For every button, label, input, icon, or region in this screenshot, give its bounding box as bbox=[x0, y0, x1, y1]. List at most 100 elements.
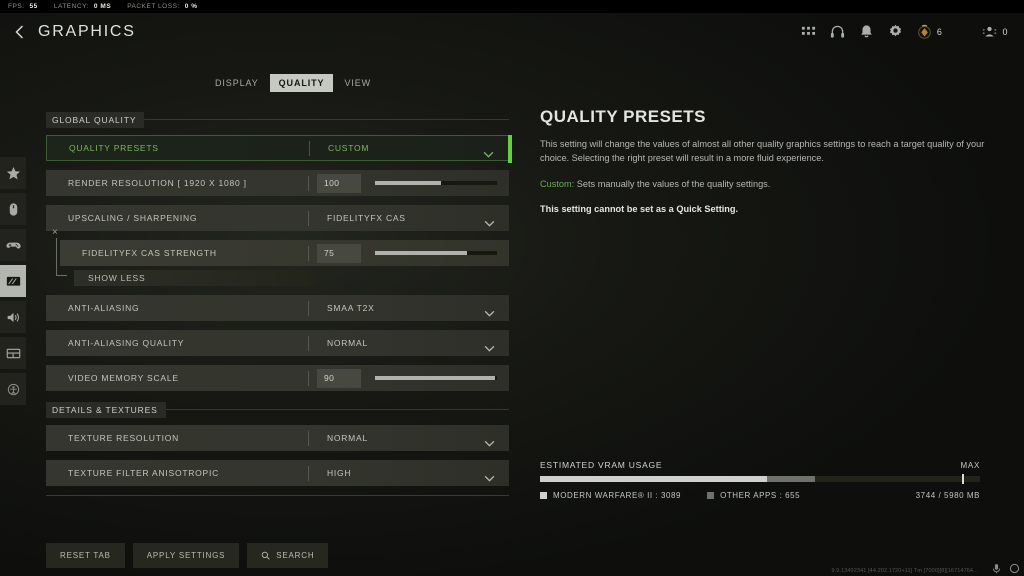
setting-label: QUALITY PRESETS bbox=[69, 143, 159, 153]
fps-value: 55 bbox=[29, 3, 38, 10]
setting-label: TEXTURE FILTER ANISOTROPIC bbox=[68, 468, 220, 478]
setting-value: 90 bbox=[317, 368, 361, 388]
back-button[interactable] bbox=[0, 13, 38, 50]
latency-value: 0 MS bbox=[93, 3, 112, 10]
vram-segment-other bbox=[766, 476, 815, 482]
reset-tab-button[interactable]: RESET TAB bbox=[46, 543, 125, 568]
coin-icon bbox=[918, 24, 931, 39]
detail-title: QUALITY PRESETS bbox=[540, 107, 707, 126]
setting-value: NORMAL bbox=[327, 433, 368, 443]
legend-swatch-other bbox=[707, 492, 715, 499]
headset-icon[interactable] bbox=[830, 24, 845, 39]
setting-value: CUSTOM bbox=[328, 143, 370, 153]
tab-view[interactable]: VIEW bbox=[335, 74, 380, 92]
setting-row-render-resolution[interactable]: RENDER RESOLUTION [ 1920 X 1080 ] 100 bbox=[46, 170, 509, 196]
row-divider bbox=[308, 175, 309, 191]
monitor-icon bbox=[6, 276, 20, 286]
performance-statusbar: FPS: 55 LATENCY: 0 MS PACKET LOSS: 0 % bbox=[0, 0, 1024, 13]
selection-accent-bar bbox=[508, 135, 512, 163]
chevron-down-icon[interactable] bbox=[484, 339, 495, 352]
cas-strength-slider[interactable] bbox=[375, 251, 497, 255]
vram-legend: MODERN WARFARE® II : 3089 OTHER APPS : 6… bbox=[540, 491, 980, 500]
page-title: GRAPHICS bbox=[38, 22, 136, 40]
vram-total: 3744 / 5980 MB bbox=[915, 491, 980, 500]
setting-row-quality-presets[interactable]: QUALITY PRESETS CUSTOM bbox=[46, 135, 512, 163]
vram-max-tick bbox=[962, 474, 965, 484]
sidebar-item-interface[interactable] bbox=[0, 337, 26, 369]
bell-icon[interactable] bbox=[859, 24, 874, 39]
custom-text: Sets manually the values of the quality … bbox=[574, 178, 771, 189]
row-divider bbox=[308, 245, 309, 261]
setting-row-texture-filter-anisotropic[interactable]: TEXTURE FILTER ANISOTROPIC HIGH bbox=[46, 460, 509, 486]
setting-row-anti-aliasing[interactable]: ANTI-ALIASING SMAA T2X bbox=[46, 295, 509, 321]
show-less-button[interactable]: SHOW LESS bbox=[74, 270, 315, 286]
action-button-bar: RESET TAB APPLY SETTINGS SEARCH bbox=[46, 543, 329, 568]
setting-row-video-memory-scale[interactable]: VIDEO MEMORY SCALE 90 bbox=[46, 365, 509, 391]
category-rail bbox=[0, 50, 26, 576]
sidebar-item-favorites[interactable] bbox=[0, 157, 26, 189]
setting-row-cas-strength[interactable]: FIDELITYFX CAS STRENGTH 75 bbox=[60, 240, 509, 266]
apps-grid-icon[interactable] bbox=[801, 24, 816, 39]
sidebar-item-accessibility[interactable] bbox=[0, 373, 26, 405]
system-icon-group bbox=[991, 563, 1020, 574]
currency-count: 6 bbox=[936, 26, 943, 37]
detail-paragraph-custom: Custom: Sets manually the values of the … bbox=[540, 177, 990, 191]
packet-loss-value: 0 % bbox=[184, 3, 198, 10]
detail-panel: QUALITY PRESETS This setting will change… bbox=[540, 107, 990, 227]
setting-label: TEXTURE RESOLUTION bbox=[68, 433, 180, 443]
vram-header: ESTIMATED VRAM USAGE MAX bbox=[540, 460, 980, 470]
setting-row-texture-resolution[interactable]: TEXTURE RESOLUTION NORMAL bbox=[46, 425, 509, 451]
tab-quality[interactable]: QUALITY bbox=[269, 74, 334, 92]
detail-paragraph-1: This setting will change the values of a… bbox=[540, 139, 985, 164]
render-resolution-slider[interactable] bbox=[375, 181, 497, 185]
graphics-settings-screen: FPS: 55 LATENCY: 0 MS PACKET LOSS: 0 % G… bbox=[0, 0, 1024, 576]
close-x-glyph[interactable]: × bbox=[52, 228, 58, 238]
chevron-left-icon bbox=[14, 24, 23, 39]
legend-label-game: MODERN WARFARE® II : 3089 bbox=[553, 491, 682, 500]
setting-value: SMAA T2X bbox=[327, 303, 375, 313]
chevron-down-icon[interactable] bbox=[484, 214, 495, 227]
squad-count: 0 bbox=[1002, 26, 1008, 37]
currency-display[interactable]: 6 bbox=[917, 24, 943, 39]
tab-display[interactable]: DISPLAY bbox=[206, 74, 268, 92]
video-memory-slider[interactable] bbox=[375, 376, 497, 380]
setting-row-aa-quality[interactable]: ANTI-ALIASING QUALITY NORMAL bbox=[46, 330, 509, 356]
gamepad-icon bbox=[5, 242, 21, 248]
speaker-icon bbox=[7, 312, 19, 322]
chevron-down-icon[interactable] bbox=[484, 304, 495, 317]
sidebar-item-controller[interactable] bbox=[0, 229, 26, 261]
squad-display[interactable]: 0 bbox=[982, 24, 1008, 39]
latency-label: LATENCY: bbox=[53, 3, 89, 10]
page-header: GRAPHICS 6 0 bbox=[0, 13, 1024, 50]
star-icon bbox=[6, 166, 20, 179]
build-version-string: 9.9.13492341 [44.202.1720+11] Tm [7000][… bbox=[831, 568, 978, 574]
setting-label: RENDER RESOLUTION [ 1920 X 1080 ] bbox=[68, 178, 247, 188]
sidebar-item-graphics[interactable] bbox=[0, 265, 26, 297]
mouse-icon bbox=[9, 202, 17, 216]
squad-icon bbox=[983, 26, 997, 37]
vram-segment-game bbox=[540, 476, 767, 482]
section-rule bbox=[144, 119, 509, 120]
section-label: GLOBAL QUALITY bbox=[46, 111, 145, 128]
sidebar-item-audio[interactable] bbox=[0, 301, 26, 333]
section-rule bbox=[165, 409, 509, 410]
search-button[interactable]: SEARCH bbox=[247, 543, 329, 568]
chevron-down-icon[interactable] bbox=[484, 434, 495, 447]
custom-label: Custom: bbox=[540, 178, 575, 189]
microphone-icon[interactable] bbox=[991, 563, 1002, 574]
setting-row-upscaling[interactable]: UPSCALING / SHARPENING FIDELITYFX CAS bbox=[46, 205, 509, 231]
slider-fill bbox=[375, 376, 495, 380]
chevron-down-icon[interactable] bbox=[483, 145, 494, 158]
vram-title: ESTIMATED VRAM USAGE bbox=[540, 460, 663, 470]
list-bottom-rule bbox=[46, 495, 509, 496]
setting-value: 75 bbox=[317, 243, 361, 263]
vram-bar bbox=[540, 474, 980, 484]
settings-list: GLOBAL QUALITY QUALITY PRESETS CUSTOM RE… bbox=[46, 110, 512, 496]
setting-label: VIDEO MEMORY SCALE bbox=[68, 373, 179, 383]
apply-settings-button[interactable]: APPLY SETTINGS bbox=[132, 543, 240, 568]
ping-circle-icon[interactable] bbox=[1009, 563, 1020, 574]
gear-icon[interactable] bbox=[888, 24, 903, 39]
row-divider bbox=[308, 370, 309, 386]
sidebar-item-mouse-keyboard[interactable] bbox=[0, 193, 26, 225]
chevron-down-icon[interactable] bbox=[484, 469, 495, 482]
